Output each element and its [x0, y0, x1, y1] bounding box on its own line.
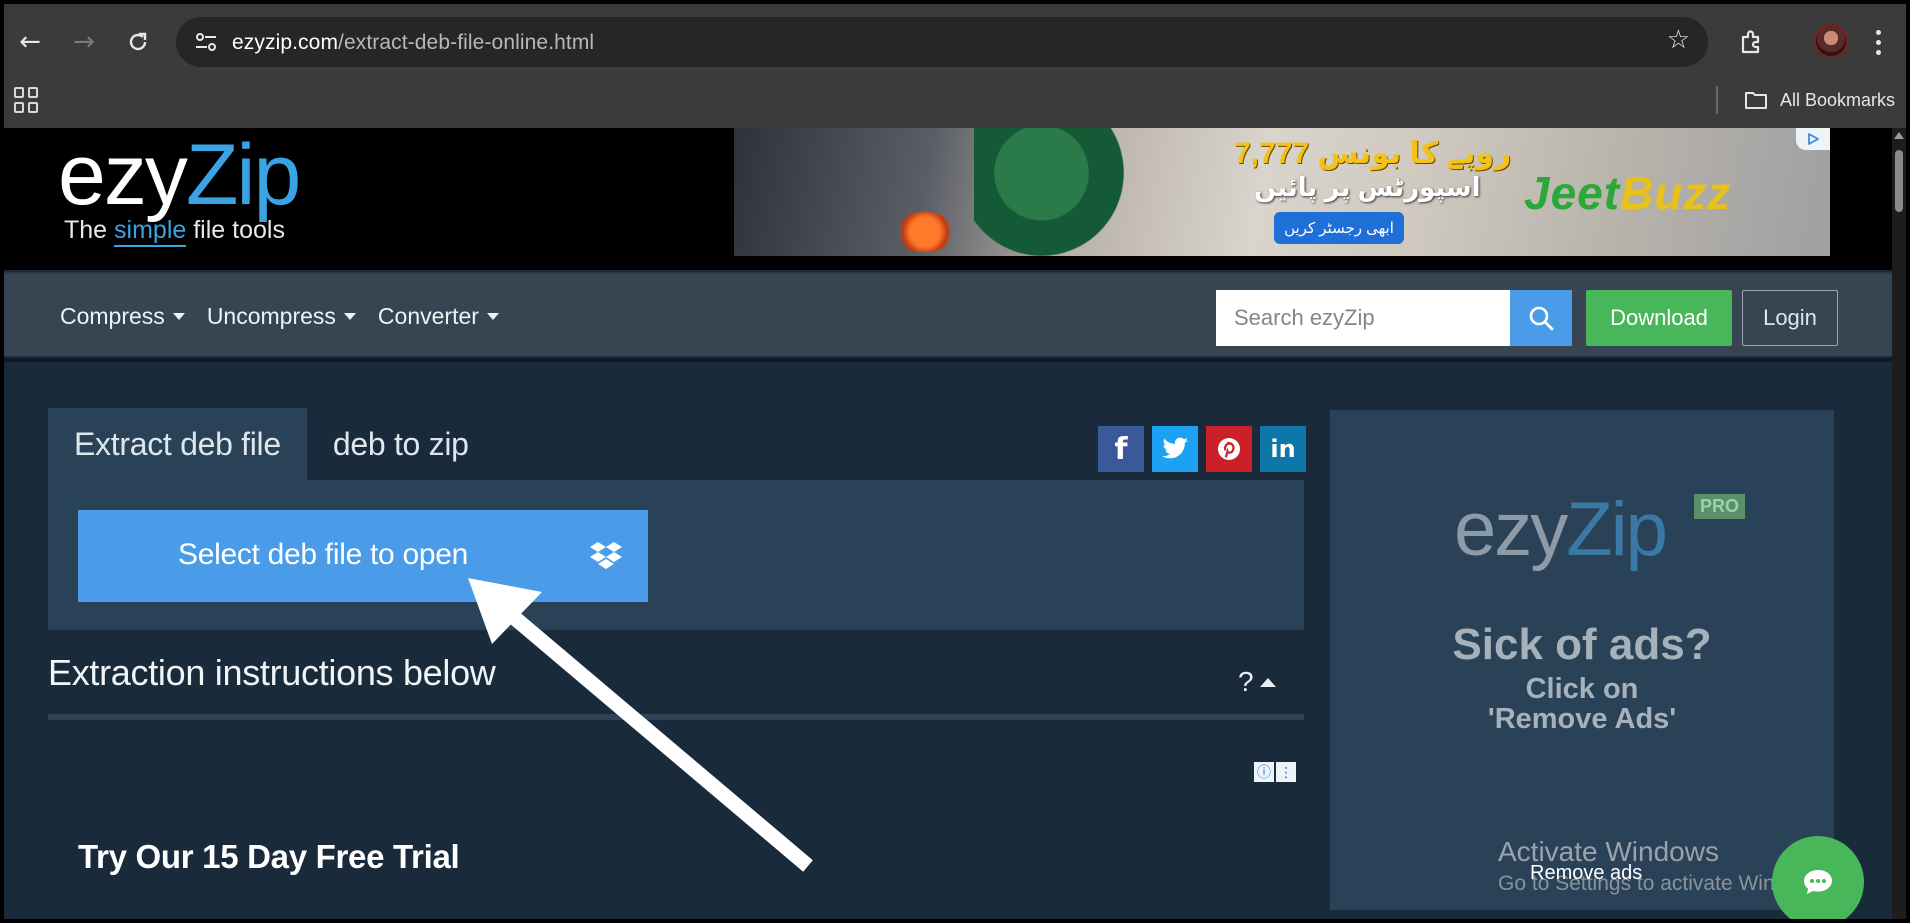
url-path: /extract-deb-file-online.html — [338, 31, 595, 54]
scroll-up-arrow-icon[interactable] — [1894, 132, 1904, 139]
linkedin-icon[interactable]: in — [1260, 426, 1306, 472]
ad-register-button[interactable]: ابھی رجسٹر کریں — [1274, 212, 1404, 244]
bookmark-star-icon[interactable]: ☆ — [1667, 25, 1690, 55]
apps-grid-icon[interactable] — [14, 87, 40, 113]
nav-menu: Compress Uncompress Converter — [60, 274, 499, 358]
free-trial-heading: Try Our 15 Day Free Trial — [78, 838, 460, 875]
pinterest-icon[interactable] — [1206, 426, 1252, 472]
tab-bar: Extract deb file deb to zip — [48, 408, 495, 480]
site-navbar: Compress Uncompress Converter Download L… — [4, 272, 1892, 356]
click-on-line: Click on — [1525, 673, 1639, 705]
select-file-button[interactable]: Select deb file to open — [78, 510, 648, 602]
main-content: Extract deb file deb to zip f in Select … — [4, 358, 1892, 919]
all-bookmarks-button[interactable]: All Bookmarks — [1744, 84, 1895, 116]
logo-ezy: ezy — [58, 128, 188, 223]
nav-item-compress[interactable]: Compress — [60, 303, 185, 330]
page-scrollbar[interactable] — [1892, 128, 1906, 919]
caret-down-icon — [172, 312, 185, 320]
nav-item-label: Compress — [60, 302, 165, 329]
scrollbar-thumb[interactable] — [1895, 150, 1903, 212]
remove-ads-link[interactable]: Remove ads — [1530, 862, 1642, 885]
help-label: ? — [1238, 666, 1254, 697]
social-share-bar: f in — [1098, 426, 1306, 472]
tagline: The simple file tools — [64, 216, 285, 247]
browser-toolbar: ← → ezyzip.com/extract-deb-file-online.h… — [4, 4, 1906, 76]
tagline-before: The — [64, 216, 115, 244]
profile-avatar[interactable] — [1814, 24, 1848, 58]
url-host: ezyzip.com — [232, 31, 339, 54]
remove-ads-quote-line: 'Remove Ads' — [1487, 703, 1677, 735]
caret-down-icon — [486, 312, 499, 320]
ad-info-controls: ⓘ ⋮ — [1254, 762, 1296, 782]
ad-options-icon[interactable]: ⋮ — [1276, 762, 1296, 782]
search-input[interactable] — [1216, 290, 1510, 346]
help-toggle[interactable]: ? — [1238, 666, 1276, 698]
address-bar[interactable]: ezyzip.com/extract-deb-file-online.html … — [176, 17, 1708, 67]
facebook-icon[interactable]: f — [1098, 426, 1144, 472]
chat-bubble-icon — [1804, 870, 1832, 894]
back-icon[interactable]: ← — [12, 24, 48, 60]
tagline-after: file tools — [186, 216, 285, 244]
forward-icon[interactable]: → — [66, 24, 102, 60]
ad-cricket-player-image — [974, 128, 1124, 256]
ad-banner[interactable]: 7,777 روپے کا بونس اسپورٹس پر پائیں ابھی… — [734, 128, 1830, 256]
tab-deb-to-zip[interactable]: deb to zip — [307, 408, 495, 480]
ad-sports-text: اسپورٹس پر پائیں — [1254, 172, 1481, 202]
file-drop-panel[interactable]: Select deb file to open — [48, 480, 1304, 630]
click-remove-ads-text: Click on 'Remove Ads' — [1330, 674, 1834, 734]
instructions-heading: Extraction instructions below — [48, 652, 496, 693]
ezyzip-pro-logo: ezyZip — [1454, 487, 1668, 572]
folder-icon — [1745, 92, 1767, 109]
logo-zip: Zip — [185, 128, 301, 223]
section-divider — [48, 714, 1304, 720]
pro-logo-ezy: ezy — [1454, 487, 1568, 572]
select-file-label: Select deb file to open — [178, 538, 468, 571]
extensions-icon[interactable] — [1734, 24, 1770, 60]
bookmarks-bar: All Bookmarks — [4, 76, 1906, 128]
search-button[interactable] — [1510, 290, 1572, 346]
reload-icon[interactable] — [120, 24, 156, 60]
pro-logo-zip: Zip — [1566, 487, 1668, 572]
ad-brand-logo: JeetBuzz — [1524, 166, 1731, 220]
nav-item-uncompress[interactable]: Uncompress — [207, 303, 356, 330]
sick-of-ads-text: Sick of ads? — [1452, 620, 1712, 669]
site-info-icon[interactable] — [190, 27, 222, 57]
screen: ← → ezyzip.com/extract-deb-file-online.h… — [0, 0, 1910, 923]
ad-fireball-image — [894, 212, 956, 252]
adchoices-icon[interactable] — [1796, 128, 1830, 150]
dropbox-icon[interactable] — [590, 540, 622, 570]
tagline-simple: simple — [114, 216, 187, 247]
chat-button[interactable] — [1772, 836, 1864, 919]
search-icon — [1529, 306, 1554, 331]
ad-bonus-text: 7,777 روپے کا بونس — [1234, 137, 1512, 170]
browser-menu-icon[interactable] — [1866, 22, 1890, 62]
pro-badge: PRO — [1694, 494, 1746, 519]
nav-item-label: Converter — [377, 302, 479, 329]
caret-up-icon — [1259, 677, 1276, 687]
nav-item-converter[interactable]: Converter — [378, 303, 499, 330]
site-header: ezyZip The simple file tools 7,777 روپے … — [4, 128, 1892, 270]
url-text[interactable]: ezyzip.com/extract-deb-file-online.html — [232, 31, 594, 55]
download-button[interactable]: Download — [1586, 290, 1732, 346]
pro-upsell-ad[interactable]: ezyZip PRO Sick of ads? Click on 'Remove… — [1330, 410, 1834, 910]
ad-brand-buzz: Buzz — [1620, 167, 1732, 219]
web-page: ezyZip The simple file tools 7,777 روپے … — [4, 128, 1892, 919]
caret-down-icon — [343, 312, 356, 320]
login-button[interactable]: Login — [1742, 290, 1838, 346]
ezyzip-logo[interactable]: ezyZip The simple file tools — [58, 128, 301, 247]
nav-item-label: Uncompress — [206, 302, 336, 329]
tab-extract-deb-file[interactable]: Extract deb file — [48, 408, 307, 480]
all-bookmarks-label: All Bookmarks — [1780, 89, 1896, 110]
bookmarks-separator — [1716, 86, 1718, 114]
ad-info-icon[interactable]: ⓘ — [1254, 762, 1274, 782]
twitter-icon[interactable] — [1152, 426, 1198, 472]
ad-brand-jeet: Jeet — [1524, 167, 1621, 219]
